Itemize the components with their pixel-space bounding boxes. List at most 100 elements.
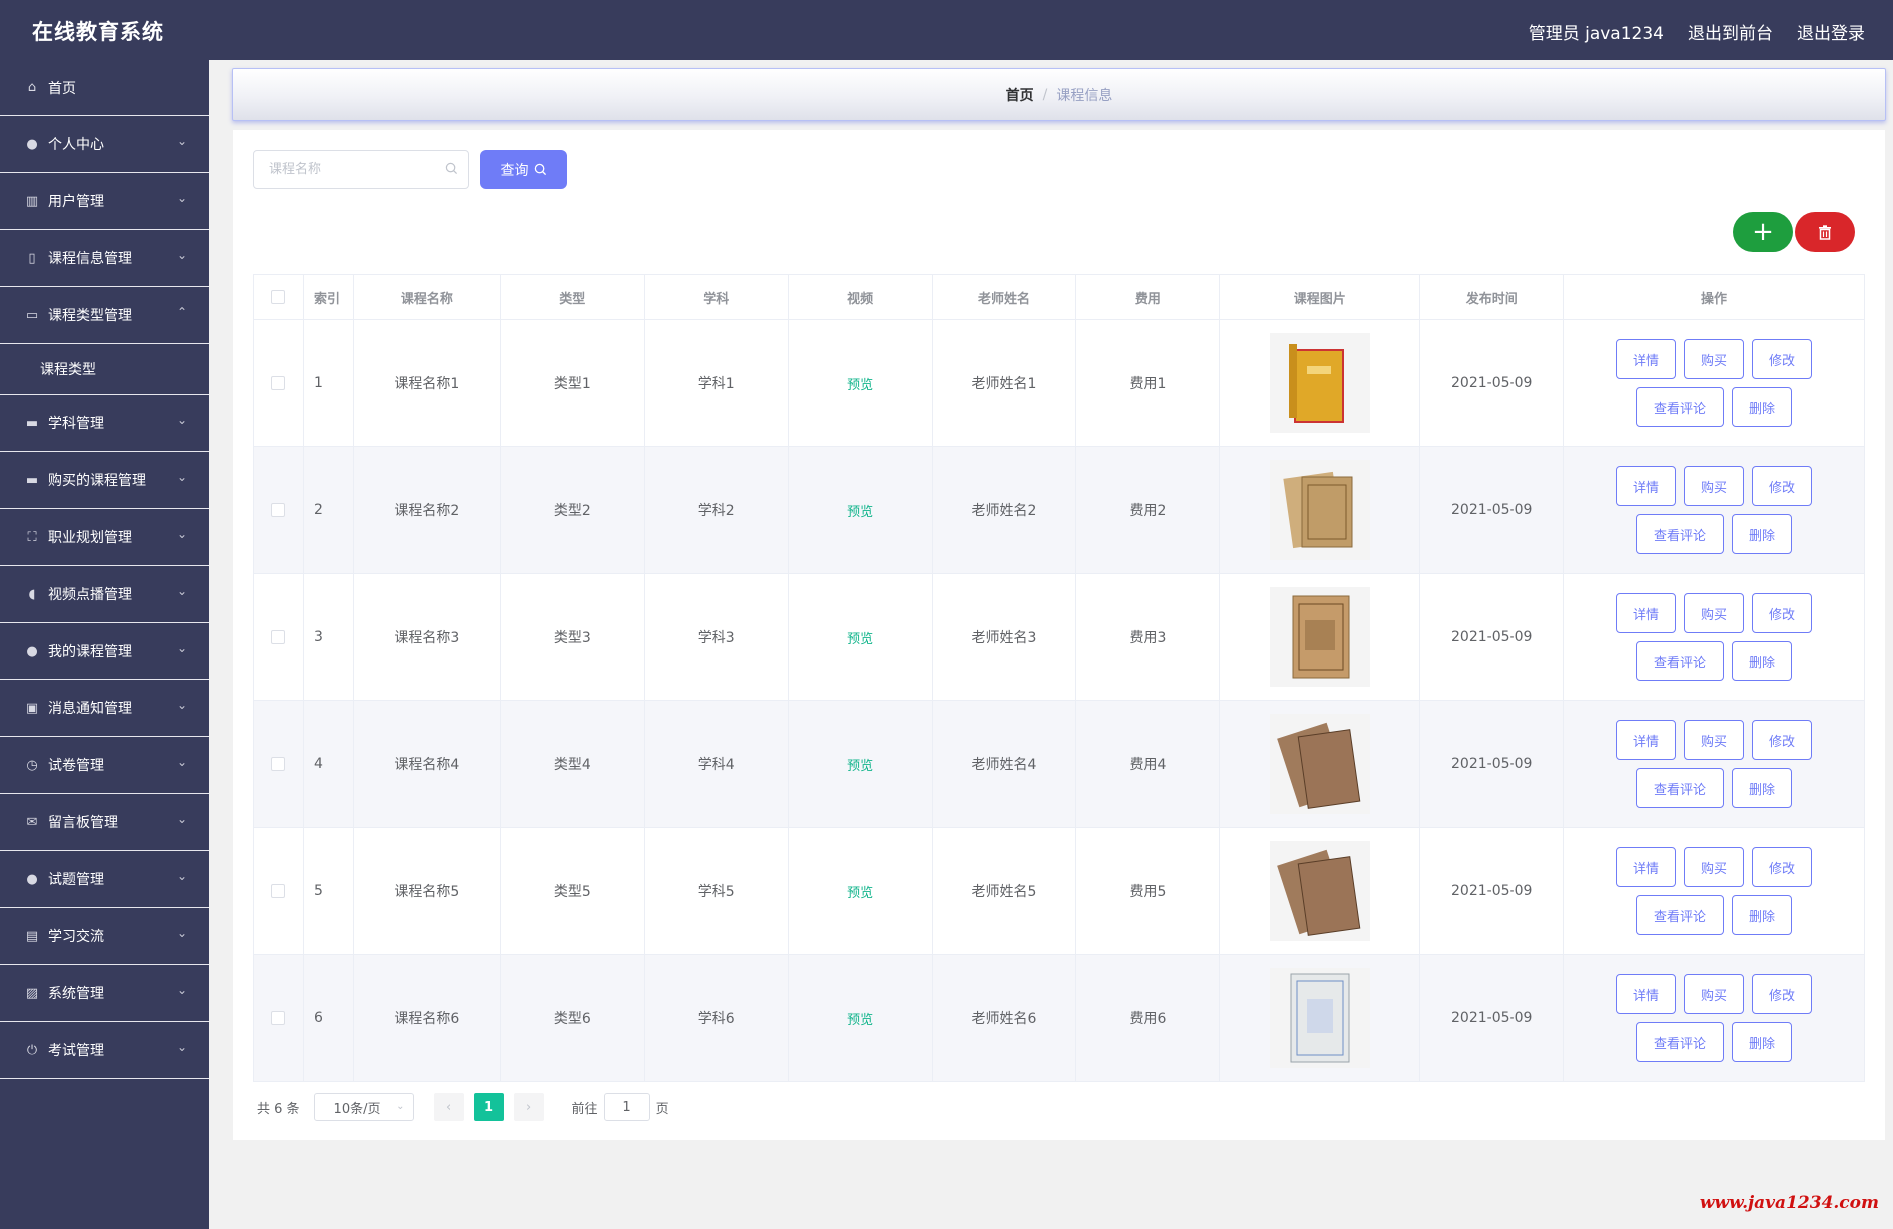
sidebar-item-message-board[interactable]: ✉ 留言板管理 ⌄ (0, 794, 209, 851)
batch-delete-button[interactable] (1795, 212, 1855, 252)
cell-video: 预览 (789, 828, 933, 954)
view-comments-button[interactable]: 查看评论 (1636, 514, 1725, 554)
sidebar-item-course-info[interactable]: ▯ 课程信息管理 ⌄ (0, 230, 209, 287)
page-number-current[interactable]: 1 (473, 1093, 504, 1121)
delete-button[interactable]: 删除 (1732, 895, 1793, 935)
edit-button[interactable]: 修改 (1752, 593, 1813, 633)
sidebar-item-label: 课程类型 (40, 362, 96, 378)
video-preview-link[interactable]: 预览 (847, 1009, 873, 1028)
cell-subject: 学科2 (645, 447, 789, 573)
view-comments-button[interactable]: 查看评论 (1636, 768, 1725, 808)
sidebar-item-home[interactable]: ⌂ 首页 (0, 60, 209, 116)
sidebar-item-my-courses[interactable]: ● 我的课程管理 ⌄ (0, 623, 209, 680)
video-preview-link[interactable]: 预览 (847, 755, 873, 774)
detail-button[interactable]: 详情 (1616, 720, 1677, 760)
delete-button[interactable]: 删除 (1732, 641, 1793, 681)
exit-to-front-link[interactable]: 退出到前台 (1688, 19, 1773, 44)
detail-button[interactable]: 详情 (1616, 593, 1677, 633)
edit-button[interactable]: 修改 (1752, 720, 1813, 760)
edit-button[interactable]: 修改 (1752, 974, 1813, 1014)
column-header: 视频 (789, 275, 933, 319)
sidebar-subitem-course-type[interactable]: 课程类型 (0, 344, 209, 395)
course-thumbnail (1269, 587, 1370, 687)
chevron-down-icon: ⌄ (176, 1040, 187, 1054)
delete-button[interactable]: 删除 (1732, 387, 1793, 427)
delete-button[interactable]: 删除 (1732, 514, 1793, 554)
row-checkbox[interactable] (271, 376, 286, 390)
row-checkbox[interactable] (271, 630, 286, 644)
buy-button[interactable]: 购买 (1684, 720, 1745, 760)
sidebar-item-questions[interactable]: ● 试题管理 ⌄ (0, 851, 209, 908)
edit-button[interactable]: 修改 (1752, 466, 1813, 506)
row-checkbox-cell (254, 574, 304, 700)
cell-course-image (1220, 320, 1421, 446)
chevron-down-icon: ⌄ (176, 926, 187, 940)
cell-video: 预览 (789, 447, 933, 573)
row-checkbox[interactable] (271, 884, 286, 898)
briefcase-icon: ▬ (25, 415, 39, 431)
chevron-down-icon: ⌄ (176, 869, 187, 883)
row-checkbox[interactable] (271, 503, 286, 517)
prev-page-button[interactable]: ‹ (433, 1093, 464, 1121)
column-header: 发布时间 (1420, 275, 1565, 319)
admin-user-label: 管理员 java1234 (1528, 24, 1664, 44)
cell-course-name: 课程名称2 (354, 447, 501, 573)
view-comments-button[interactable]: 查看评论 (1636, 895, 1725, 935)
query-button[interactable]: 查询 (480, 150, 567, 189)
buy-button[interactable]: 购买 (1684, 847, 1745, 887)
user-icon: ● (26, 136, 38, 152)
breadcrumb-home[interactable]: 首页 (1006, 85, 1034, 105)
add-button[interactable]: + (1733, 212, 1793, 252)
clock-icon: ◷ (26, 757, 38, 773)
detail-button[interactable]: 详情 (1616, 847, 1677, 887)
table-row: 3 课程名称3 类型3 学科3 预览 老师姓名3 费用3 2021-05-09 详情 购买 修改 查看… (254, 574, 1865, 701)
buy-button[interactable]: 购买 (1684, 974, 1745, 1014)
sidebar-item-label: 我的课程管理 (48, 644, 132, 660)
chevron-down-icon: ⌄ (176, 641, 187, 655)
delete-button[interactable]: 删除 (1732, 768, 1793, 808)
video-preview-link[interactable]: 预览 (847, 501, 873, 520)
detail-button[interactable]: 详情 (1616, 466, 1677, 506)
search-input[interactable] (254, 151, 424, 188)
page-size-select[interactable]: 10条/页 ⌄ (313, 1093, 414, 1121)
edit-button[interactable]: 修改 (1752, 339, 1813, 379)
sidebar-item-user-management[interactable]: ▥ 用户管理 ⌄ (0, 173, 209, 230)
buy-button[interactable]: 购买 (1684, 593, 1745, 633)
sidebar-item-label: 系统管理 (48, 986, 104, 1002)
cell-subject: 学科3 (645, 574, 789, 700)
sidebar-item-career-planning[interactable]: ⛶ 职业规划管理 ⌄ (0, 509, 209, 566)
sidebar-item-course-type[interactable]: ▭ 课程类型管理 ⌃ (0, 287, 209, 344)
row-checkbox[interactable] (271, 757, 286, 771)
goto-page-input[interactable] (603, 1093, 650, 1121)
view-comments-button[interactable]: 查看评论 (1636, 641, 1725, 681)
sidebar-item-exam-management[interactable]: ⏻ 考试管理 ⌄ (0, 1022, 209, 1079)
view-comments-button[interactable]: 查看评论 (1636, 1022, 1725, 1062)
sidebar-item-video-on-demand[interactable]: ◖ 视频点播管理 ⌄ (0, 566, 209, 623)
next-page-button[interactable]: › (513, 1093, 544, 1121)
edit-button[interactable]: 修改 (1752, 847, 1813, 887)
cell-actions: 详情 购买 修改 查看评论 删除 (1564, 828, 1865, 954)
table-row: 5 课程名称5 类型5 学科5 预览 老师姓名5 费用5 2021-05-09 详情 购买 修改 查看… (254, 828, 1865, 955)
row-checkbox[interactable] (271, 1011, 286, 1025)
logout-link[interactable]: 退出登录 (1797, 19, 1865, 44)
buy-button[interactable]: 购买 (1684, 339, 1745, 379)
video-preview-link[interactable]: 预览 (847, 882, 873, 901)
cell-fee: 费用3 (1076, 574, 1221, 700)
sidebar-item-purchased-courses[interactable]: ▬ 购买的课程管理 ⌄ (0, 452, 209, 509)
video-preview-link[interactable]: 预览 (847, 374, 873, 393)
sidebar-item-personal-center[interactable]: ● 个人中心 ⌄ (0, 116, 209, 173)
sidebar-item-subject[interactable]: ▬ 学科管理 ⌄ (0, 395, 209, 452)
sidebar-item-system[interactable]: ▨ 系统管理 ⌄ (0, 965, 209, 1022)
detail-button[interactable]: 详情 (1616, 339, 1677, 379)
fullscreen-icon: ⛶ (27, 529, 37, 545)
view-comments-button[interactable]: 查看评论 (1636, 387, 1725, 427)
sidebar-item-study-exchange[interactable]: ▤ 学习交流 ⌄ (0, 908, 209, 965)
delete-button[interactable]: 删除 (1732, 1022, 1793, 1062)
buy-button[interactable]: 购买 (1684, 466, 1745, 506)
video-preview-link[interactable]: 预览 (847, 628, 873, 647)
cell-course-image (1220, 701, 1421, 827)
detail-button[interactable]: 详情 (1616, 974, 1677, 1014)
sidebar-item-exam-papers[interactable]: ◷ 试卷管理 ⌄ (0, 737, 209, 794)
select-all-checkbox[interactable] (271, 290, 286, 304)
sidebar-item-notifications[interactable]: ▣ 消息通知管理 ⌄ (0, 680, 209, 737)
